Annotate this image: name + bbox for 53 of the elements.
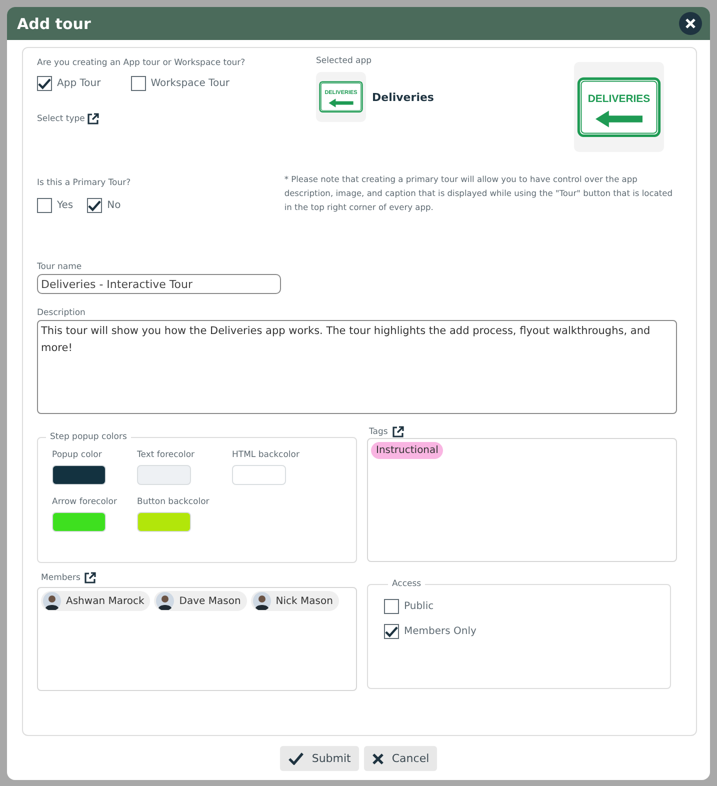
checkbox[interactable]: App Tour <box>37 76 101 91</box>
app-name: Deliveries <box>372 90 434 104</box>
tag[interactable]: Instructional <box>371 442 444 459</box>
checkbox[interactable]: Members Only <box>384 624 584 639</box>
swatch-label: Button backcolor <box>137 497 210 507</box>
member-chip[interactable]: Nick Mason <box>250 591 339 611</box>
color-swatch[interactable] <box>52 512 106 532</box>
tour-name-label: Tour name <box>37 262 83 272</box>
checkmark-icon <box>288 752 304 765</box>
description-label: Description <box>37 308 86 318</box>
description-field[interactable]: This tour will show you how the Deliveries app works. The tour highlights the add process, flyout walkthroughs, and more! <box>37 320 677 414</box>
colors-legend: Step popup colors <box>46 432 131 442</box>
road-sign-drawing: DELIVERIES <box>577 76 661 138</box>
submit-button[interactable]: Submit <box>280 746 359 771</box>
close-icon <box>372 752 384 764</box>
checkmark-icon <box>38 78 51 90</box>
checkbox[interactable]: No <box>87 198 121 213</box>
primary-tour-note: * Please note that creating a primary tour will allow you to have control over the app description, image, and caption that is displayed while using the "Tour" button that is located in the top right corner of every app. <box>284 173 674 214</box>
select-type-label: Select type <box>37 114 85 124</box>
close-icon <box>685 18 696 29</box>
members-box[interactable]: Ashwan Marock Dave Mason Nick Mason <box>37 587 357 691</box>
color-swatch[interactable] <box>137 512 191 532</box>
access-legend: Access <box>388 579 426 589</box>
tags-box[interactable]: Instructional <box>367 438 677 562</box>
checkmark-icon <box>385 626 398 638</box>
avatar-icon <box>43 592 61 610</box>
color-swatch[interactable] <box>52 465 106 485</box>
tags-label: Tags <box>369 427 388 437</box>
swatch-label: Popup color <box>52 450 103 460</box>
external-link-icon[interactable] <box>392 426 404 438</box>
checkbox[interactable]: Yes <box>37 198 74 213</box>
question-label: Are you creating an App tour or Workspace tour? <box>37 58 246 68</box>
color-swatch[interactable] <box>137 465 191 485</box>
dialog-title: Add tour <box>17 14 91 32</box>
swatch-label: Text forecolor <box>137 450 196 460</box>
color-swatch[interactable] <box>232 465 286 485</box>
external-link-icon[interactable] <box>84 572 96 584</box>
checkbox[interactable]: Workspace Tour <box>130 76 230 91</box>
members-label: Members <box>41 573 80 583</box>
question-label: Is this a Primary Tour? <box>37 178 132 188</box>
swatch-label: HTML backcolor <box>232 450 300 460</box>
avatar-icon <box>156 592 174 610</box>
close-button[interactable] <box>679 12 702 35</box>
member-chip[interactable]: Ashwan Marock <box>41 591 150 611</box>
tour-name-field[interactable]: Deliveries - Interactive Tour <box>37 274 281 294</box>
selected-app-label: Selected app <box>316 56 373 66</box>
checkbox[interactable]: Public <box>384 599 584 614</box>
cancel-button[interactable]: Cancel <box>364 746 438 771</box>
checkmark-icon <box>88 200 102 212</box>
member-chip[interactable]: Dave Mason <box>154 591 247 611</box>
external-link-icon[interactable] <box>86 113 99 125</box>
swatch-label: Arrow forecolor <box>52 497 118 507</box>
avatar-icon <box>252 592 271 610</box>
